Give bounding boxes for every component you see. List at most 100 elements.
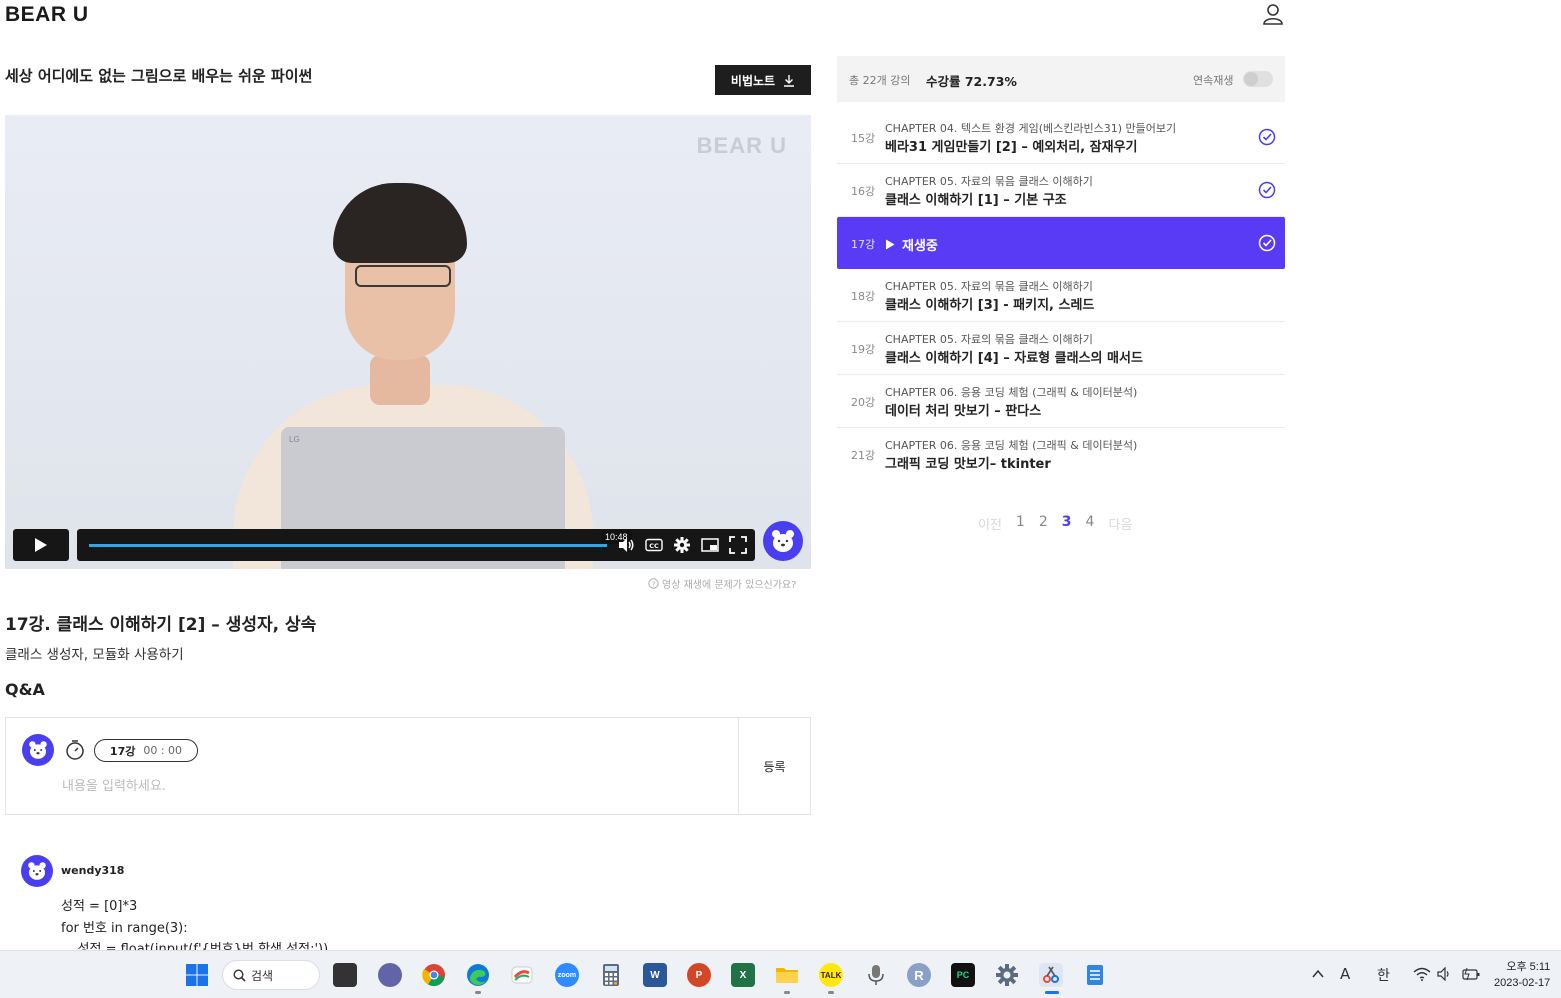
lecture-name: 그래픽 코딩 맛보기– tkinter	[885, 457, 1051, 472]
autoplay-label: 연속재생	[1193, 74, 1234, 87]
timestamp-lecture: 17강	[109, 744, 136, 758]
chrome-icon[interactable]	[422, 963, 446, 987]
progress-fill	[89, 544, 607, 547]
clock-date: 2023-02-17	[1494, 977, 1551, 989]
user-icon[interactable]	[1262, 3, 1284, 25]
fullscreen-icon[interactable]	[729, 536, 747, 554]
comment-avatar	[21, 855, 53, 887]
lecture-list: 15강 CHAPTER 04. 텍스트 환경 게임(베스킨라빈스31) 만들어보…	[837, 111, 1285, 481]
autoplay-toggle[interactable]	[1243, 71, 1273, 87]
video-help-link[interactable]: ? 영상 재생에 문제가 있으신가요?	[648, 576, 796, 591]
wifi-icon[interactable]	[1413, 967, 1431, 981]
active-indicator	[1045, 991, 1059, 994]
user-avatar	[22, 734, 54, 766]
page-4-button[interactable]: 4	[1086, 514, 1095, 533]
lecture-number: 20강	[851, 396, 876, 409]
comment-code-line: for 번호 in range(3):	[61, 921, 188, 936]
svg-text:?: ?	[652, 580, 656, 588]
lecture-chapter: CHAPTER 05. 자료의 묶음 클래스 이해하기	[885, 175, 1093, 188]
qa-content-input[interactable]	[62, 776, 722, 796]
secret-note-label: 비법노트	[730, 73, 776, 88]
r-app-icon[interactable]: R	[907, 963, 931, 987]
teams-chat-icon[interactable]	[378, 963, 402, 987]
secret-note-button[interactable]: 비법노트	[715, 65, 811, 95]
play-icon	[35, 538, 47, 552]
page-3-button-current[interactable]: 3	[1062, 514, 1072, 533]
lecture-number: 18강	[851, 290, 876, 303]
closed-caption-icon[interactable]: CC	[645, 536, 663, 554]
download-icon	[784, 74, 795, 87]
lecture-item-active[interactable]: 17강 재생중	[837, 217, 1285, 269]
lecturer-hair	[333, 183, 467, 263]
lecture-chapter: CHAPTER 06. 응용 코딩 체험 (그래픽 & 데이터분석)	[885, 386, 1138, 399]
running-indicator	[828, 991, 834, 994]
timestamp-pill[interactable]: 17강 00 : 00	[94, 739, 198, 762]
volume-icon[interactable]	[617, 536, 635, 554]
next-page-button[interactable]: 다음	[1108, 514, 1132, 533]
curriculum-header: 총 22개 강의 수강률 72.73% 연속재생	[837, 56, 1285, 102]
lecture-name: 베라31 게임만들기 [2] – 예외처리, 잠재우기	[885, 140, 1138, 155]
lecture-item[interactable]: 21강 CHAPTER 06. 응용 코딩 체험 (그래픽 & 데이터분석) 그…	[837, 428, 1285, 481]
snipping-tool-icon[interactable]	[1039, 963, 1063, 987]
svg-text:CC: CC	[649, 542, 659, 550]
pagination: 이전 1 2 3 4 다음	[978, 514, 1132, 533]
lecture-item[interactable]: 15강 CHAPTER 04. 텍스트 환경 게임(베스킨라빈스31) 만들어보…	[837, 111, 1285, 164]
timer-icon[interactable]	[64, 739, 86, 761]
progress-bar[interactable]: 10:48	[89, 530, 632, 547]
battery-icon[interactable]	[1461, 967, 1481, 981]
settings-gear-icon[interactable]	[673, 536, 691, 554]
lecture-chapter: CHAPTER 05. 자료의 묶음 클래스 이해하기	[885, 333, 1093, 346]
word-icon[interactable]: W	[643, 963, 667, 987]
lecture-chapter: CHAPTER 04. 텍스트 환경 게임(베스킨라빈스31) 만들어보기	[885, 122, 1177, 135]
file-explorer-icon[interactable]	[775, 963, 799, 987]
comment-code-line: 성적 = [0]*3	[61, 899, 138, 914]
calculator-icon[interactable]	[599, 963, 623, 987]
play-button[interactable]	[13, 529, 69, 561]
lecture-item[interactable]: 18강 CHAPTER 05. 자료의 묶음 클래스 이해하기 클래스 이해하기…	[837, 269, 1285, 322]
powerpoint-icon[interactable]: P	[687, 963, 711, 987]
play-triangle-icon	[886, 239, 895, 250]
picture-in-picture-icon[interactable]	[701, 536, 719, 554]
lecture-item[interactable]: 19강 CHAPTER 05. 자료의 묶음 클래스 이해하기 클래스 이해하기…	[837, 322, 1285, 375]
voice-recorder-icon[interactable]	[864, 963, 888, 987]
chevron-up-icon[interactable]	[1311, 968, 1325, 980]
timestamp-time: 00 : 00	[143, 744, 183, 757]
kakaotalk-icon[interactable]: TALK	[819, 963, 843, 987]
system-clock[interactable]: 오후 5:11 2023-02-17	[1494, 959, 1550, 991]
ime-korean-indicator[interactable]: 한	[1377, 965, 1390, 985]
register-button[interactable]: 등록	[738, 718, 810, 814]
task-view-icon[interactable]	[333, 963, 357, 987]
zoom-icon[interactable]: zoom	[555, 963, 579, 987]
ime-mode-indicator[interactable]: A	[1340, 965, 1350, 983]
edge-icon[interactable]	[466, 963, 490, 987]
total-lectures: 총 22개 강의	[849, 74, 911, 87]
paint-app-icon[interactable]	[510, 963, 534, 987]
windows-start-icon[interactable]	[185, 963, 209, 987]
lecture-name: 클래스 이해하기 [1] – 기본 구조	[885, 193, 1067, 208]
settings-icon[interactable]	[995, 963, 1019, 987]
lecture-item[interactable]: 16강 CHAPTER 05. 자료의 묶음 클래스 이해하기 클래스 이해하기…	[837, 164, 1285, 217]
page-2-button[interactable]: 2	[1039, 514, 1048, 533]
now-playing: 재생중	[885, 235, 938, 254]
video-help-text: 영상 재생에 문제가 있으신가요?	[662, 580, 797, 591]
qa-compose-box: 17강 00 : 00 등록	[5, 717, 811, 815]
lecture-number: 19강	[851, 343, 876, 356]
lecture-chapter: CHAPTER 05. 자료의 묶음 클래스 이해하기	[885, 280, 1093, 293]
lecture-title: 17강. 클래스 이해하기 [2] – 생성자, 상속	[5, 615, 317, 635]
pycharm-icon[interactable]: PC	[951, 963, 975, 987]
speaker-icon[interactable]	[1437, 967, 1453, 981]
logo[interactable]: BEAR U	[5, 3, 89, 27]
lecture-chapter: CHAPTER 06. 응용 코딩 체험 (그래픽 & 데이터분석)	[885, 439, 1138, 452]
running-indicator	[475, 991, 481, 994]
notepad-icon[interactable]	[1083, 963, 1107, 987]
excel-icon[interactable]: X	[731, 963, 755, 987]
video-player[interactable]: BEAR U LG 10:48 CC	[5, 115, 811, 569]
page-1-button[interactable]: 1	[1016, 514, 1025, 533]
lecture-item[interactable]: 20강 CHAPTER 06. 응용 코딩 체험 (그래픽 & 데이터분석) 데…	[837, 375, 1285, 428]
taskbar-search[interactable]: 검색	[222, 960, 320, 990]
prev-page-button[interactable]: 이전	[978, 514, 1002, 533]
toggle-knob	[1244, 72, 1258, 86]
video-watermark: BEAR U	[696, 133, 787, 158]
comment-username: wendy318	[61, 864, 125, 877]
lecture-number: 21강	[851, 449, 876, 462]
